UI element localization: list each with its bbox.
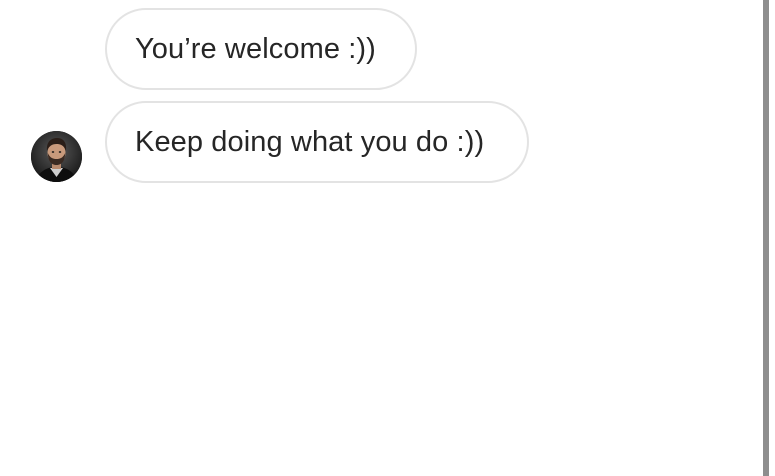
message-bubble[interactable]: Keep doing what you do :))	[105, 101, 529, 183]
window-edge	[769, 0, 775, 476]
user-profile-photo-icon	[31, 131, 82, 182]
message-bubble[interactable]: You’re welcome :))	[105, 8, 417, 90]
chat-thread: You’re welcome :)) Keep doing what you d…	[0, 0, 775, 476]
message-text: You’re welcome :))	[135, 33, 376, 65]
avatar[interactable]	[31, 131, 82, 182]
message-text: Keep doing what you do :))	[135, 126, 485, 158]
